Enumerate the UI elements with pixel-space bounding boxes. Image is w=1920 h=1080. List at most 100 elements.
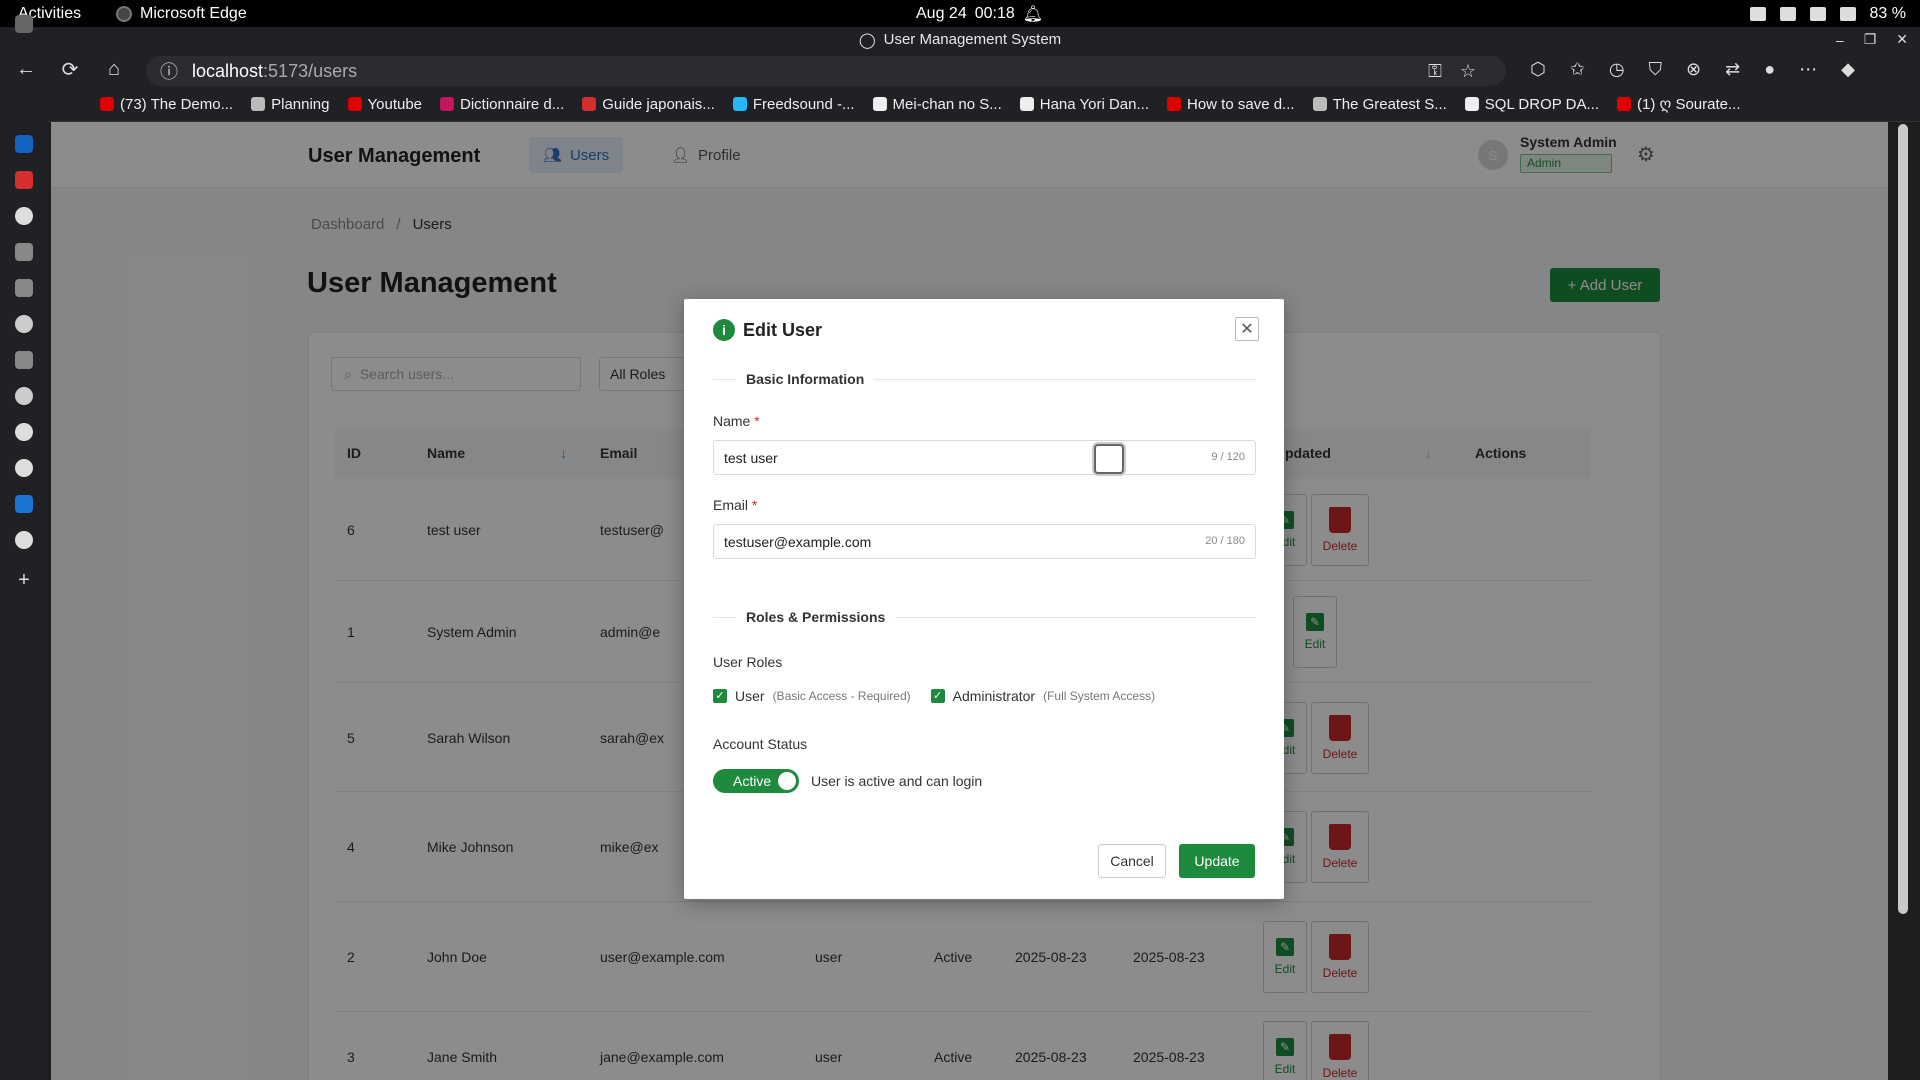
back-icon[interactable]: ← [4,58,48,81]
battery-percent: 83 % [1869,4,1906,22]
more-menu-icon[interactable]: ⋯ [1799,59,1817,80]
bookmark-label: Hana Yori Dan... [1039,95,1149,113]
bookmark-item[interactable]: Planning [251,96,330,113]
bookmarks-bar: (73) The Demo... Planning Youtube Dictionna… [0,87,1920,122]
history-icon[interactable]: ◷ [1609,59,1625,80]
clock[interactable]: Aug 24 00:18 🔔︎ [916,4,1043,24]
bookmark-item[interactable]: Freedsound -... [732,96,855,113]
section-roles: Roles & Permissions [736,609,896,625]
email-label-text: Email [713,497,749,513]
favicon-icon [582,97,597,111]
edit-user-modal: i Edit User ✕ Basic Information Name * t… [684,299,1284,899]
modal-header: i Edit User [713,319,822,341]
name-counter: 9 / 120 [1211,451,1245,463]
home-icon[interactable]: ⌂ [92,58,136,81]
reload-icon[interactable]: ⟳ [48,57,92,82]
bookmark-item[interactable]: Youtube [347,95,423,113]
bookmark-label: Dictionnaire d... [460,95,565,113]
favicon-icon [1312,97,1327,111]
modal-title: Edit User [743,319,823,340]
url-bar[interactable]: ⓘ localhost:5173/users ⚿ ☆ [146,56,1506,86]
cancel-button[interactable]: Cancel [1098,844,1166,878]
vscode-icon[interactable] [15,495,33,513]
favicon-icon [100,97,114,111]
tab-actions-icon[interactable] [15,15,33,33]
system-tray[interactable]: 83 % [1749,4,1906,23]
share-icon[interactable]: ⇄ [1725,59,1740,80]
favicon-icon [1167,97,1181,111]
update-button[interactable]: Update [1179,844,1255,878]
bookmark-item[interactable]: How to save d... [1167,96,1295,113]
focus-box[interactable] [1094,444,1124,474]
role-user-hint: (Basic Access - Required) [772,689,911,703]
app-icon[interactable] [15,279,33,297]
globe-icon: ◯ [858,31,876,49]
app-icon[interactable] [15,243,33,261]
profile-avatar-icon[interactable]: ● [1764,59,1775,80]
close-window-icon[interactable]: ✕ [1896,31,1908,48]
add-icon[interactable]: + [15,570,33,590]
vpn-icon[interactable]: ⊗ [1686,59,1701,80]
bookmark-item[interactable]: The Greatest S... [1312,95,1447,113]
favicon-icon [251,97,266,111]
minimize-icon[interactable]: – [1836,32,1844,48]
app-menu[interactable]: Microsoft Edge [116,5,247,23]
email-counter: 20 / 180 [1205,535,1245,547]
key-icon[interactable]: ⚿ [1428,61,1442,82]
page-scrollbar[interactable] [1898,124,1908,914]
required-mark: * [754,413,760,429]
bookmark-label: SQL DROP DA... [1484,95,1599,113]
bookmark-label: The Greatest S... [1332,95,1447,113]
roles-checkboxes: ✓ User (Basic Access - Required) ✓ Admin… [713,688,1155,704]
role-admin-checkbox[interactable]: ✓ Administrator (Full System Access) [930,688,1156,704]
app-icon[interactable] [15,315,33,333]
site-info-icon[interactable]: ⓘ [160,58,178,84]
os-top-bar: Activities Microsoft Edge Aug 24 00:18 🔔… [0,0,1920,27]
outlook-icon[interactable] [15,135,33,153]
favorites-icon[interactable]: ✩ [1570,59,1585,80]
address-row: ← ⟳ ⌂ ⓘ localhost:5173/users ⚿ ☆ ⬡ ✩ ◷ ⛉… [0,52,1920,87]
bookmark-item[interactable]: Hana Yori Dan... [1019,95,1149,113]
bookmark-item[interactable]: Mei-chan no S... [872,96,1002,113]
bookmark-item[interactable]: (73) The Demo... [100,96,233,113]
globe-icon[interactable] [15,459,33,477]
status-description: User is active and can login [811,773,983,789]
url-host: localhost [192,60,264,81]
bookmark-item[interactable]: (1) ღ Sourate... [1616,95,1741,113]
role-admin-hint: (Full System Access) [1043,689,1156,703]
clock-time: 00:18 [974,4,1015,22]
bookmark-item[interactable]: Dictionnaire d... [440,96,564,113]
edge-icon [116,5,132,22]
app-icon[interactable] [15,351,33,369]
section-basic-info: Basic Information [736,371,875,387]
name-label: Name * [713,413,760,429]
email-field[interactable]: testuser@example.com 20 / 180 [713,524,1256,559]
bookmark-label: Youtube [367,95,423,113]
favicon-icon [1019,97,1034,111]
name-field[interactable]: test user 9 / 120 [713,440,1256,475]
github-icon[interactable] [15,423,33,441]
favicon-icon [347,97,362,111]
pdf-icon[interactable] [15,171,33,189]
browser-title-bar: ◯ User Management System – ❐ ✕ [0,27,1920,52]
name-value: test user [724,449,778,466]
bookmark-label: (1) ღ Sourate... [1636,96,1741,113]
role-user-checkbox[interactable]: ✓ User (Basic Access - Required) [713,688,911,704]
close-icon[interactable]: ✕ [1235,317,1259,341]
bookmark-label: How to save d... [1187,95,1295,113]
maximize-icon[interactable]: ❐ [1864,31,1877,48]
copilot-icon[interactable]: ◆ [1841,59,1855,80]
role-user-label: User [735,688,765,704]
name-label-text: Name [713,413,751,429]
github-icon[interactable] [15,207,33,225]
bookmark-label: (73) The Demo... [120,95,234,113]
extensions-icon[interactable]: ⬡ [1530,59,1546,80]
github-icon[interactable] [15,531,33,549]
favorite-star-icon[interactable]: ☆ [1460,61,1476,82]
app-icon[interactable] [15,387,33,405]
bookmark-item[interactable]: SQL DROP DA... [1464,95,1599,113]
shield-icon[interactable]: ⛉ [1649,59,1663,80]
status-toggle[interactable]: Active [713,769,799,793]
bookmark-item[interactable]: Guide japonais... [582,96,715,113]
volume-icon [1809,6,1826,21]
